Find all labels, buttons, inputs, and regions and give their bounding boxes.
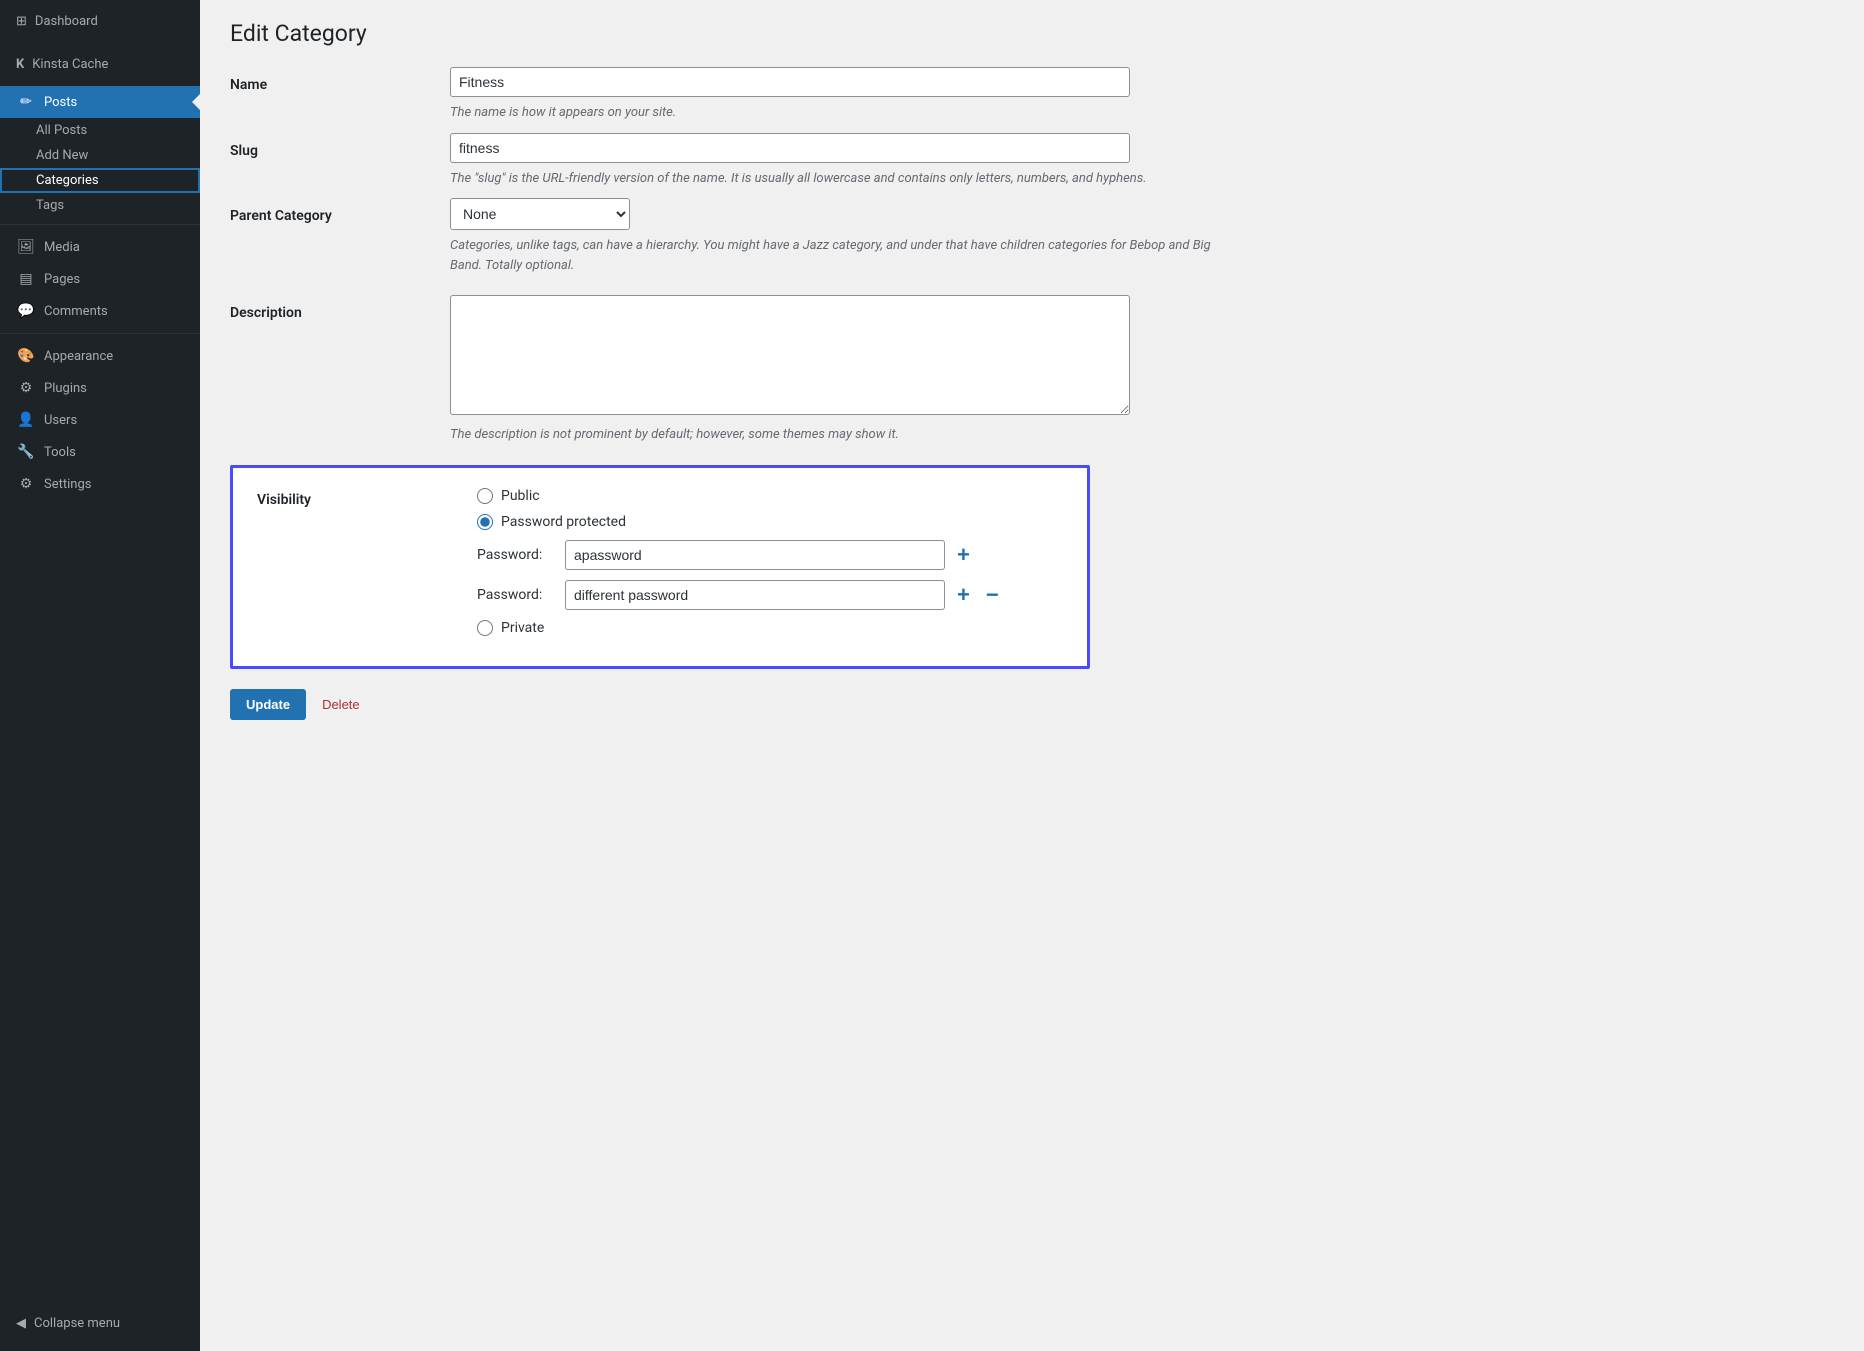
slug-row: Slug The "slug" is the URL-friendly vers… — [230, 133, 1230, 189]
collapse-icon: ◀ — [16, 1316, 26, 1331]
sidebar-item-media[interactable]: 🖼 Media — [0, 231, 200, 263]
sidebar-item-plugins[interactable]: ⚙ Plugins — [0, 372, 200, 404]
appearance-icon: 🎨 — [16, 348, 36, 364]
sidebar-item-users[interactable]: 👤 Users — [0, 404, 200, 436]
posts-submenu: All Posts Add New Categories Tags — [0, 118, 200, 218]
posts-icon: ✏ — [16, 94, 36, 110]
description-row: Description The description is not promi… — [230, 295, 1230, 445]
update-button[interactable]: Update — [230, 689, 306, 720]
kinsta-cache-label: Kinsta Cache — [32, 57, 108, 72]
public-radio-row: Public — [477, 488, 1063, 504]
name-description: The name is how it appears on your site. — [450, 103, 1230, 123]
sidebar-item-settings[interactable]: ⚙ Settings — [0, 468, 200, 500]
private-radio-label[interactable]: Private — [501, 620, 544, 636]
password-protected-radio[interactable] — [477, 514, 493, 530]
posts-label: Posts — [44, 95, 77, 110]
public-radio-label[interactable]: Public — [501, 488, 540, 504]
name-input[interactable] — [450, 67, 1130, 97]
sidebar: ⊞ Dashboard K Kinsta Cache ✏ Posts All P… — [0, 0, 200, 1351]
slug-input[interactable] — [450, 133, 1130, 163]
description-label: Description — [230, 295, 450, 445]
parent-category-select[interactable]: None — [450, 198, 630, 230]
password1-add-button[interactable]: + — [953, 542, 974, 568]
settings-label: Settings — [44, 477, 91, 492]
kinsta-icon: K — [16, 57, 24, 72]
password2-add-button[interactable]: + — [953, 582, 974, 608]
parent-field-col: None Categories, unlike tags, can have a… — [450, 198, 1230, 275]
page-title: Edit Category — [230, 20, 1834, 47]
sidebar-item-add-new[interactable]: Add New — [0, 143, 200, 168]
password2-input[interactable] — [565, 580, 945, 610]
dashboard-icon: ⊞ — [16, 14, 27, 29]
sidebar-item-tools[interactable]: 🔧 Tools — [0, 436, 200, 468]
media-icon: 🖼 — [16, 239, 36, 255]
settings-icon: ⚙ — [16, 476, 36, 492]
sidebar-item-posts[interactable]: ✏ Posts — [0, 86, 200, 118]
action-row: Update Delete — [230, 689, 1834, 720]
media-label: Media — [44, 240, 80, 255]
delete-button[interactable]: Delete — [322, 697, 360, 712]
description-description: The description is not prominent by defa… — [450, 425, 1230, 445]
password1-input[interactable] — [565, 540, 945, 570]
plugins-label: Plugins — [44, 381, 87, 396]
description-field-col: The description is not prominent by defa… — [450, 295, 1230, 445]
password2-label: Password: — [477, 587, 557, 603]
users-label: Users — [44, 413, 77, 428]
parent-label: Parent Category — [230, 198, 450, 275]
sidebar-item-pages[interactable]: ▤ Pages — [0, 263, 200, 295]
main-content: Edit Category Name The name is how it ap… — [200, 0, 1864, 1351]
password-protected-radio-row: Password protected — [477, 514, 1063, 530]
collapse-menu-button[interactable]: ◀ Collapse menu — [0, 1306, 200, 1351]
comments-label: Comments — [44, 304, 108, 319]
tools-icon: 🔧 — [16, 444, 36, 460]
posts-section: ✏ Posts — [0, 86, 200, 118]
appearance-label: Appearance — [44, 349, 113, 364]
sidebar-item-categories[interactable]: Categories — [0, 168, 200, 193]
name-field-col: The name is how it appears on your site. — [450, 67, 1230, 123]
pages-label: Pages — [44, 272, 80, 287]
sidebar-item-tags[interactable]: Tags — [0, 193, 200, 218]
description-textarea[interactable] — [450, 295, 1130, 415]
sidebar-item-comments[interactable]: 💬 Comments — [0, 295, 200, 327]
sidebar-item-appearance[interactable]: 🎨 Appearance — [0, 340, 200, 372]
slug-description: The "slug" is the URL-friendly version o… — [450, 169, 1230, 189]
tools-label: Tools — [44, 445, 76, 460]
password1-row: Password: + — [477, 540, 1063, 570]
password2-row: Password: + − — [477, 580, 1063, 610]
sidebar-divider-2 — [0, 333, 200, 334]
password1-label: Password: — [477, 547, 557, 563]
visibility-label: Visibility — [257, 488, 477, 646]
private-radio[interactable] — [477, 620, 493, 636]
parent-description: Categories, unlike tags, can have a hier… — [450, 236, 1230, 275]
public-radio[interactable] — [477, 488, 493, 504]
name-row: Name The name is how it appears on your … — [230, 67, 1230, 123]
visibility-options: Public Password protected Password: + Pa… — [477, 488, 1063, 646]
password2-remove-button[interactable]: − — [982, 582, 1003, 608]
private-radio-row: Private — [477, 620, 1063, 636]
name-label: Name — [230, 67, 450, 123]
sidebar-item-all-posts[interactable]: All Posts — [0, 118, 200, 143]
sidebar-dashboard-item[interactable]: ⊞ Dashboard — [0, 0, 200, 43]
dashboard-label: Dashboard — [35, 14, 98, 29]
plugins-icon: ⚙ — [16, 380, 36, 396]
pages-icon: ▤ — [16, 271, 36, 287]
parent-category-row: Parent Category None Categories, unlike … — [230, 198, 1230, 275]
users-icon: 👤 — [16, 412, 36, 428]
visibility-box: Visibility Public Password protected Pas… — [230, 465, 1090, 669]
password-protected-label[interactable]: Password protected — [501, 514, 626, 530]
comments-icon: 💬 — [16, 303, 36, 319]
collapse-label: Collapse menu — [34, 1316, 120, 1331]
slug-field-col: The "slug" is the URL-friendly version o… — [450, 133, 1230, 189]
sidebar-kinsta-cache-item[interactable]: K Kinsta Cache — [0, 43, 200, 86]
sidebar-divider-1 — [0, 224, 200, 225]
slug-label: Slug — [230, 133, 450, 189]
